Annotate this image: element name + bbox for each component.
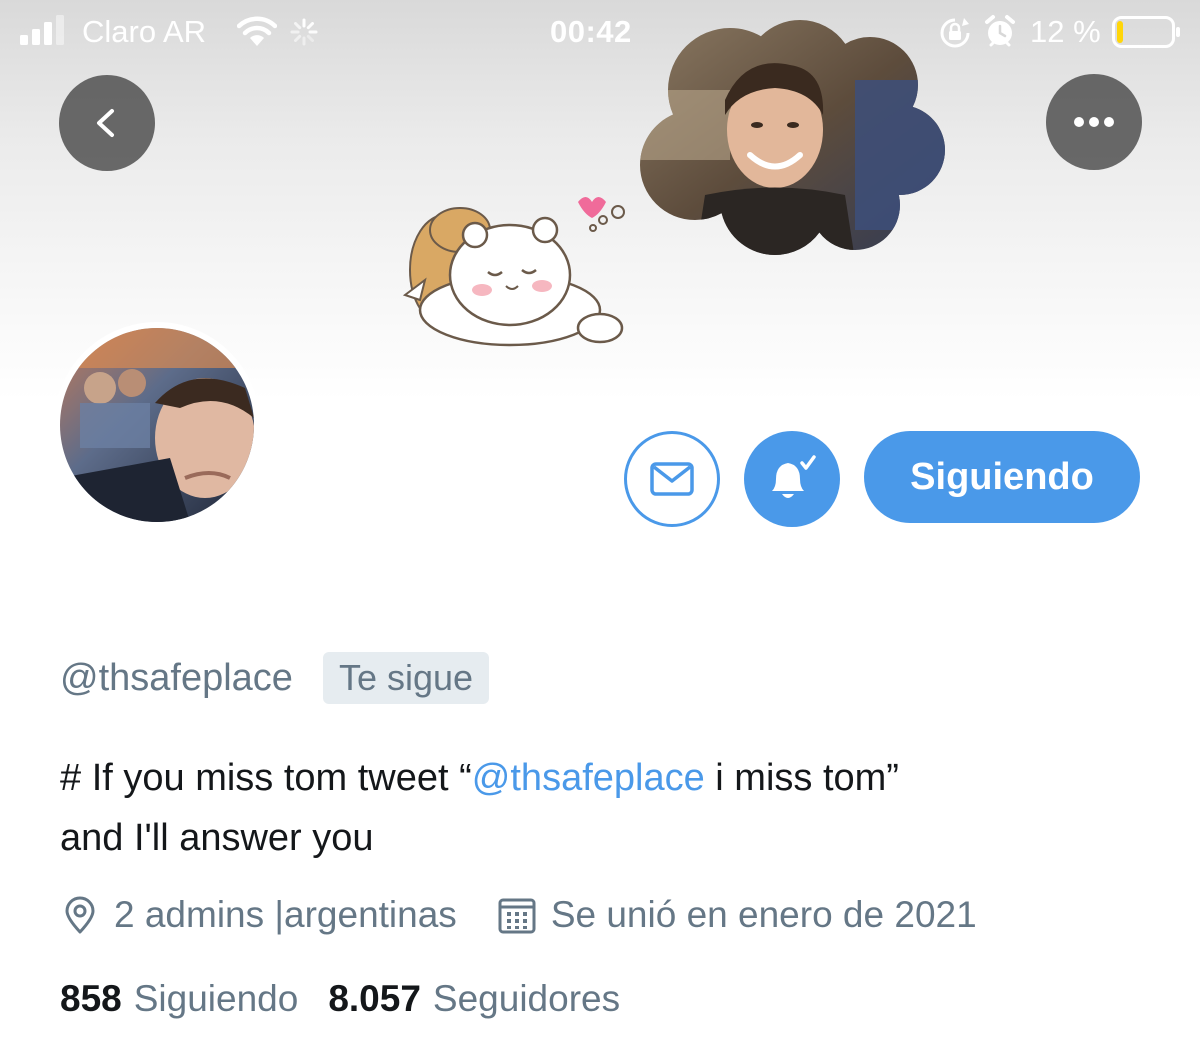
bio-text: # If you miss tom tweet “ bbox=[60, 757, 472, 799]
back-button[interactable] bbox=[59, 75, 155, 171]
alarm-clock-icon bbox=[985, 15, 1015, 47]
profile-handle: @thsafeplace bbox=[60, 656, 293, 699]
location-pin-icon bbox=[65, 896, 95, 934]
cellular-signal-icon bbox=[20, 15, 64, 45]
more-horizontal-icon bbox=[1074, 117, 1114, 127]
bio-line-2: and I'll answer you bbox=[60, 817, 374, 859]
battery-icon bbox=[1112, 16, 1180, 48]
banner-photo-cloud bbox=[640, 20, 945, 255]
notifications-button[interactable] bbox=[744, 431, 840, 527]
sleeping-bear-sticker bbox=[402, 197, 625, 347]
calendar-icon bbox=[498, 898, 536, 934]
carrier-name: Claro AR bbox=[82, 14, 207, 49]
follow-stats: 858 Siguiendo 8.057 Seguidores bbox=[60, 974, 650, 1024]
profile-joined-date: Se unió en enero de 2021 bbox=[550, 894, 977, 935]
profile-avatar[interactable] bbox=[54, 322, 260, 528]
following-count[interactable]: 858 bbox=[60, 978, 122, 1020]
chevron-left-icon bbox=[97, 109, 114, 137]
profile-meta: 2 admins |argentinas Se unió en enero de… bbox=[60, 890, 977, 940]
followers-label[interactable]: Seguidores bbox=[433, 978, 620, 1020]
more-options-button[interactable] bbox=[1046, 74, 1142, 170]
bio-line-1: # If you miss tom tweet “@thsafeplace i … bbox=[60, 748, 1160, 808]
bell-check-icon bbox=[772, 455, 816, 498]
activity-spinner-icon bbox=[290, 18, 318, 46]
bio-text: i miss tom” bbox=[704, 757, 899, 799]
follows-you-badge: Te sigue bbox=[322, 652, 490, 704]
profile-bio: # If you miss tom tweet “@thsafeplace i … bbox=[60, 748, 1160, 868]
following-label[interactable]: Siguiendo bbox=[134, 978, 299, 1020]
wifi-icon bbox=[237, 16, 277, 46]
envelope-icon bbox=[650, 462, 694, 496]
profile-location: 2 admins |argentinas bbox=[114, 894, 457, 935]
message-button[interactable] bbox=[624, 431, 720, 527]
avatar-photo bbox=[60, 328, 254, 522]
following-button[interactable]: Siguiendo bbox=[864, 431, 1140, 523]
status-time: 00:42 bbox=[550, 14, 632, 49]
battery-percent: 12 % bbox=[1030, 14, 1101, 49]
followers-count[interactable]: 8.057 bbox=[328, 978, 421, 1020]
handle-row: @thsafeplace Te sigue bbox=[60, 650, 490, 706]
bio-mention-link[interactable]: @thsafeplace bbox=[472, 757, 705, 799]
status-bar: Claro AR 00:42 12 % bbox=[0, 0, 1200, 64]
